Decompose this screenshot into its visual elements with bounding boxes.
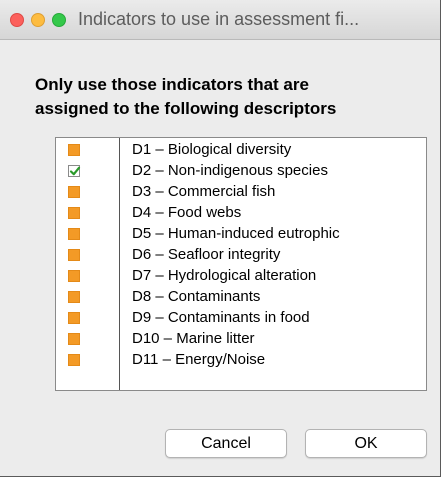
descriptor-label: D8 – Contaminants (132, 288, 261, 305)
checked-checkbox[interactable] (68, 165, 81, 177)
list-item[interactable]: D5 – Human-induced eutrophic (56, 224, 426, 245)
descriptor-label: D10 – Marine litter (132, 330, 255, 347)
list-item[interactable]: D3 – Commercial fish (56, 182, 426, 203)
list-item[interactable]: D2 – Non-indigenous species (56, 161, 426, 182)
ok-button[interactable]: OK (305, 429, 427, 458)
cancel-button[interactable]: Cancel (165, 429, 287, 458)
unchecked-checkbox[interactable] (68, 144, 80, 156)
checkmark-icon (69, 166, 81, 176)
descriptor-label: D5 – Human-induced eutrophic (132, 225, 340, 242)
instruction-line-1: Only use those indicators that are (35, 75, 309, 94)
minimize-icon[interactable] (31, 13, 45, 27)
unchecked-checkbox[interactable] (68, 270, 80, 282)
title-bar[interactable]: Indicators to use in assessment fi... (0, 0, 440, 40)
descriptor-label: D6 – Seafloor integrity (132, 246, 281, 263)
descriptor-list[interactable]: D1 – Biological diversity D2 – Non-indige… (55, 137, 427, 391)
unchecked-checkbox[interactable] (68, 354, 80, 366)
zoom-icon[interactable] (52, 13, 66, 27)
unchecked-checkbox[interactable] (68, 333, 80, 345)
instruction-line-2: assigned to the following descriptors (35, 99, 337, 118)
unchecked-checkbox[interactable] (68, 186, 80, 198)
descriptor-label: D3 – Commercial fish (132, 183, 276, 200)
unchecked-checkbox[interactable] (68, 249, 80, 261)
instruction-heading: Only use those indicators that are assig… (35, 73, 435, 121)
descriptor-label: D1 – Biological diversity (132, 141, 292, 158)
unchecked-checkbox[interactable] (68, 312, 80, 324)
list-item[interactable]: D7 – Hydrological alteration (56, 266, 426, 287)
list-item[interactable]: D8 – Contaminants (56, 287, 426, 308)
dialog-window: Indicators to use in assessment fi... On… (0, 0, 441, 477)
descriptor-label: D2 – Non-indigenous species (132, 162, 328, 179)
list-item[interactable]: D1 – Biological diversity (56, 140, 426, 161)
close-icon[interactable] (10, 13, 24, 27)
descriptor-label: D4 – Food webs (132, 204, 242, 221)
list-item[interactable]: D10 – Marine litter (56, 329, 426, 350)
unchecked-checkbox[interactable] (68, 291, 80, 303)
descriptor-label: D9 – Contaminants in food (132, 309, 310, 326)
unchecked-checkbox[interactable] (68, 207, 80, 219)
unchecked-checkbox[interactable] (68, 228, 80, 240)
list-item[interactable]: D4 – Food webs (56, 203, 426, 224)
window-title: Indicators to use in assessment fi... (78, 9, 360, 29)
list-item[interactable]: D6 – Seafloor integrity (56, 245, 426, 266)
list-item[interactable]: D9 – Contaminants in food (56, 308, 426, 329)
descriptor-label: D7 – Hydrological alteration (132, 267, 317, 284)
descriptor-label: D11 – Energy/Noise (132, 351, 266, 368)
list-item[interactable]: D11 – Energy/Noise (56, 350, 426, 371)
